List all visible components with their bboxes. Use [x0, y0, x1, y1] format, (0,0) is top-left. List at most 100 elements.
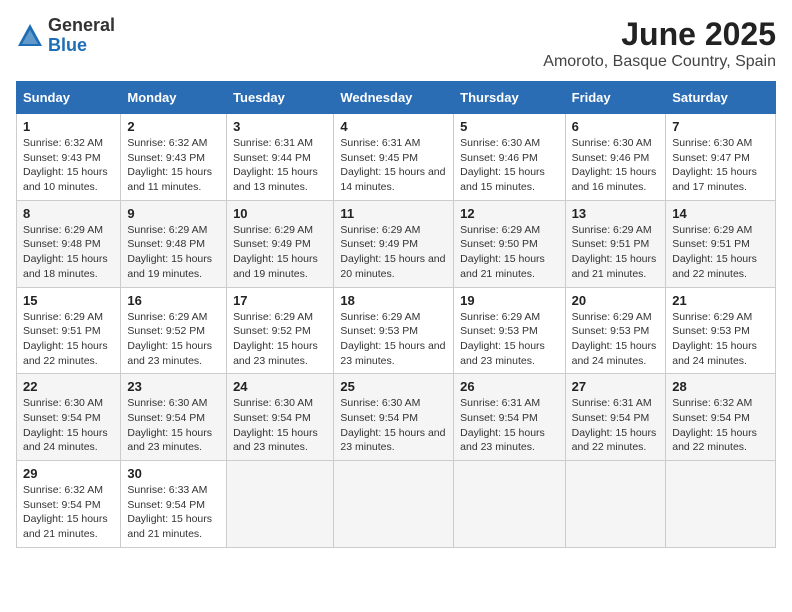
calendar-cell: 19Sunrise: 6:29 AMSunset: 9:53 PMDayligh… — [454, 287, 565, 374]
calendar-cell: 10 Sunrise: 6:29 AMSunset: 9:49 PMDayligh… — [227, 200, 334, 287]
day-number: 25 — [340, 379, 447, 394]
logo-text: General Blue — [48, 16, 115, 56]
calendar-cell: 14 Sunrise: 6:29 AMSunset: 9:51 PMDayligh… — [666, 200, 776, 287]
calendar-cell: 17Sunrise: 6:29 AMSunset: 9:52 PMDayligh… — [227, 287, 334, 374]
day-header-wednesday: Wednesday — [334, 82, 454, 114]
day-header-sunday: Sunday — [17, 82, 121, 114]
calendar-cell: 25 Sunrise: 6:30 AMSunset: 9:54 PMDayligh… — [334, 374, 454, 461]
calendar-cell: 12 Sunrise: 6:29 AMSunset: 9:50 PMDayligh… — [454, 200, 565, 287]
day-number: 15 — [23, 293, 114, 308]
header-row: SundayMondayTuesdayWednesdayThursdayFrid… — [17, 82, 776, 114]
calendar-cell: 27 Sunrise: 6:31 AMSunset: 9:54 PMDayligh… — [565, 374, 666, 461]
day-number: 24 — [233, 379, 327, 394]
logo-icon — [16, 22, 44, 50]
day-number: 28 — [672, 379, 769, 394]
day-info: Sunrise: 6:29 AMSunset: 9:51 PMDaylight:… — [572, 224, 657, 280]
calendar-cell: 13Sunrise: 6:29 AMSunset: 9:51 PMDayligh… — [565, 200, 666, 287]
day-number: 20 — [572, 293, 660, 308]
calendar-cell: 3Sunrise: 6:31 AMSunset: 9:44 PMDaylight… — [227, 114, 334, 201]
day-number: 18 — [340, 293, 447, 308]
calendar-cell: 18 Sunrise: 6:29 AMSunset: 9:53 PMDayligh… — [334, 287, 454, 374]
day-info: Sunrise: 6:30 AMSunset: 9:54 PMDaylight:… — [127, 397, 212, 453]
day-number: 10 — [233, 206, 327, 221]
day-info: Sunrise: 6:29 AMSunset: 9:53 PMDaylight:… — [340, 311, 445, 367]
main-title: June 2025 — [543, 16, 776, 53]
week-row-4: 22 Sunrise: 6:30 AMSunset: 9:54 PMDayligh… — [17, 374, 776, 461]
day-info: Sunrise: 6:30 AMSunset: 9:46 PMDaylight:… — [460, 137, 545, 193]
week-row-3: 15 Sunrise: 6:29 AMSunset: 9:51 PMDayligh… — [17, 287, 776, 374]
day-info: Sunrise: 6:29 AMSunset: 9:48 PMDaylight:… — [23, 224, 108, 280]
day-number: 27 — [572, 379, 660, 394]
calendar-cell: 8 Sunrise: 6:29 AMSunset: 9:48 PMDaylight… — [17, 200, 121, 287]
day-number: 6 — [572, 119, 660, 134]
calendar-cell: 4 Sunrise: 6:31 AMSunset: 9:45 PMDaylight… — [334, 114, 454, 201]
logo: General Blue — [16, 16, 115, 56]
calendar-cell: 1 Sunrise: 6:32 AMSunset: 9:43 PMDaylight… — [17, 114, 121, 201]
day-number: 5 — [460, 119, 558, 134]
day-number: 26 — [460, 379, 558, 394]
day-number: 9 — [127, 206, 220, 221]
day-info: Sunrise: 6:31 AMSunset: 9:45 PMDaylight:… — [340, 137, 445, 193]
week-row-5: 29Sunrise: 6:32 AMSunset: 9:54 PMDayligh… — [17, 461, 776, 548]
calendar-cell: 21Sunrise: 6:29 AMSunset: 9:53 PMDayligh… — [666, 287, 776, 374]
calendar-cell — [334, 461, 454, 548]
calendar-cell: 15 Sunrise: 6:29 AMSunset: 9:51 PMDayligh… — [17, 287, 121, 374]
calendar-cell: 24 Sunrise: 6:30 AMSunset: 9:54 PMDayligh… — [227, 374, 334, 461]
day-info: Sunrise: 6:29 AMSunset: 9:49 PMDaylight:… — [340, 224, 445, 280]
day-number: 4 — [340, 119, 447, 134]
calendar-cell — [227, 461, 334, 548]
logo-general: General — [48, 16, 115, 36]
day-info: Sunrise: 6:31 AMSunset: 9:54 PMDaylight:… — [572, 397, 657, 453]
day-number: 7 — [672, 119, 769, 134]
day-info: Sunrise: 6:32 AMSunset: 9:54 PMDaylight:… — [672, 397, 757, 453]
day-info: Sunrise: 6:30 AMSunset: 9:54 PMDaylight:… — [233, 397, 318, 453]
calendar-cell: 29Sunrise: 6:32 AMSunset: 9:54 PMDayligh… — [17, 461, 121, 548]
header: General Blue June 2025 Amoroto, Basque C… — [16, 16, 776, 71]
day-number: 30 — [127, 466, 220, 481]
title-area: June 2025 Amoroto, Basque Country, Spain — [543, 16, 776, 71]
calendar-cell — [666, 461, 776, 548]
day-number: 23 — [127, 379, 220, 394]
day-info: Sunrise: 6:29 AMSunset: 9:51 PMDaylight:… — [672, 224, 757, 280]
calendar-cell: 30 Sunrise: 6:33 AMSunset: 9:54 PMDayligh… — [121, 461, 227, 548]
calendar-cell: 28 Sunrise: 6:32 AMSunset: 9:54 PMDayligh… — [666, 374, 776, 461]
calendar-cell — [565, 461, 666, 548]
day-number: 14 — [672, 206, 769, 221]
calendar-cell: 26 Sunrise: 6:31 AMSunset: 9:54 PMDayligh… — [454, 374, 565, 461]
day-info: Sunrise: 6:30 AMSunset: 9:54 PMDaylight:… — [340, 397, 445, 453]
day-info: Sunrise: 6:30 AMSunset: 9:54 PMDaylight:… — [23, 397, 108, 453]
calendar-cell: 16Sunrise: 6:29 AMSunset: 9:52 PMDayligh… — [121, 287, 227, 374]
day-header-tuesday: Tuesday — [227, 82, 334, 114]
day-info: Sunrise: 6:32 AMSunset: 9:43 PMDaylight:… — [23, 137, 108, 193]
day-number: 29 — [23, 466, 114, 481]
calendar-cell: 5 Sunrise: 6:30 AMSunset: 9:46 PMDaylight… — [454, 114, 565, 201]
day-header-thursday: Thursday — [454, 82, 565, 114]
day-info: Sunrise: 6:29 AMSunset: 9:50 PMDaylight:… — [460, 224, 545, 280]
day-number: 1 — [23, 119, 114, 134]
day-number: 12 — [460, 206, 558, 221]
subtitle: Amoroto, Basque Country, Spain — [543, 53, 776, 71]
calendar-cell: 9 Sunrise: 6:29 AMSunset: 9:48 PMDaylight… — [121, 200, 227, 287]
day-info: Sunrise: 6:29 AMSunset: 9:51 PMDaylight:… — [23, 311, 108, 367]
day-info: Sunrise: 6:29 AMSunset: 9:52 PMDaylight:… — [233, 311, 318, 367]
day-header-monday: Monday — [121, 82, 227, 114]
day-info: Sunrise: 6:29 AMSunset: 9:48 PMDaylight:… — [127, 224, 212, 280]
week-row-1: 1 Sunrise: 6:32 AMSunset: 9:43 PMDaylight… — [17, 114, 776, 201]
day-number: 21 — [672, 293, 769, 308]
calendar-cell: 6Sunrise: 6:30 AMSunset: 9:46 PMDaylight… — [565, 114, 666, 201]
day-info: Sunrise: 6:32 AMSunset: 9:43 PMDaylight:… — [127, 137, 212, 193]
day-info: Sunrise: 6:31 AMSunset: 9:44 PMDaylight:… — [233, 137, 318, 193]
calendar-cell: 22 Sunrise: 6:30 AMSunset: 9:54 PMDayligh… — [17, 374, 121, 461]
day-number: 16 — [127, 293, 220, 308]
calendar-table: SundayMondayTuesdayWednesdayThursdayFrid… — [16, 81, 776, 548]
day-info: Sunrise: 6:29 AMSunset: 9:53 PMDaylight:… — [460, 311, 545, 367]
calendar-cell: 23 Sunrise: 6:30 AMSunset: 9:54 PMDayligh… — [121, 374, 227, 461]
day-info: Sunrise: 6:33 AMSunset: 9:54 PMDaylight:… — [127, 484, 212, 540]
calendar-cell: 7Sunrise: 6:30 AMSunset: 9:47 PMDaylight… — [666, 114, 776, 201]
logo-blue: Blue — [48, 36, 115, 56]
day-info: Sunrise: 6:29 AMSunset: 9:49 PMDaylight:… — [233, 224, 318, 280]
day-info: Sunrise: 6:29 AMSunset: 9:53 PMDaylight:… — [572, 311, 657, 367]
day-number: 22 — [23, 379, 114, 394]
day-number: 8 — [23, 206, 114, 221]
day-info: Sunrise: 6:31 AMSunset: 9:54 PMDaylight:… — [460, 397, 545, 453]
